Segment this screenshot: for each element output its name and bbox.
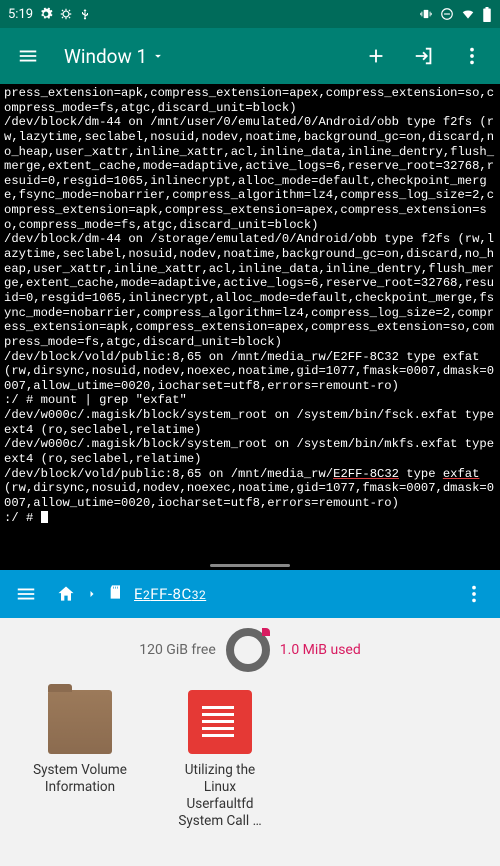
exit-button[interactable] [404, 36, 444, 76]
split-handle[interactable] [0, 560, 500, 570]
gear-icon [39, 7, 53, 21]
window-title-label: Window 1 [64, 45, 147, 68]
terminal-cursor [41, 511, 48, 523]
fm-overflow-menu-button[interactable] [454, 574, 494, 614]
terminal-app-bar: Window 1 [0, 28, 500, 84]
filemanager-bar: E2FF-8C32 [0, 570, 500, 618]
debug-icon [59, 7, 73, 21]
storage-free-label: 120 GiB free [139, 642, 216, 658]
status-bar: 5:19 [0, 0, 500, 28]
fm-hamburger-button[interactable] [6, 574, 46, 614]
wifi-icon [460, 7, 476, 21]
vibrate-icon [418, 7, 434, 21]
battery-icon [482, 7, 492, 22]
storage-donut-icon [226, 628, 270, 672]
sd-card-icon [108, 583, 124, 605]
overflow-menu-button[interactable] [452, 36, 492, 76]
folder-icon [48, 690, 112, 754]
file-label: System Volume Information [30, 762, 130, 796]
file-item-document[interactable]: Utilizing the Linux Userfaultfd System C… [170, 690, 270, 830]
file-label: Utilizing the Linux Userfaultfd System C… [170, 762, 270, 830]
storage-summary: 120 GiB free 1.0 MiB used [0, 628, 500, 672]
breadcrumb-volume[interactable]: E2FF-8C32 [134, 585, 206, 603]
window-title-dropdown[interactable]: Window 1 [64, 45, 165, 68]
storage-used-label: 1.0 MiB used [280, 642, 361, 658]
dnd-icon [440, 7, 454, 21]
add-button[interactable] [356, 36, 396, 76]
hamburger-menu-button[interactable] [8, 36, 48, 76]
usb-icon [79, 7, 91, 21]
status-time: 5:19 [8, 7, 33, 22]
filemanager-body: 120 GiB free 1.0 MiB used System Volume … [0, 618, 500, 866]
breadcrumb-separator-icon [86, 585, 98, 604]
document-icon [188, 690, 252, 754]
fm-home-button[interactable] [56, 574, 76, 614]
file-item-folder[interactable]: System Volume Information [30, 690, 130, 796]
terminal-output[interactable]: press_extension=apk,compress_extension=a… [0, 84, 500, 560]
chevron-down-icon [151, 49, 165, 63]
